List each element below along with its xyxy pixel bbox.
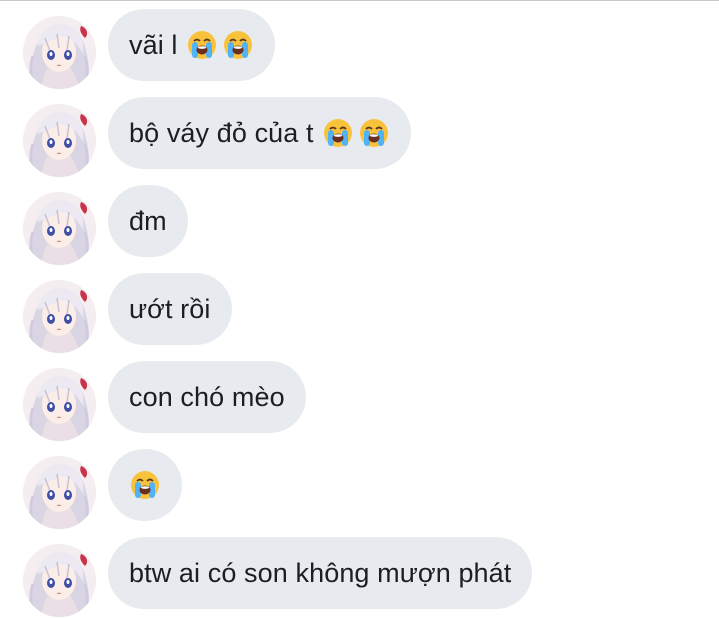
sender-avatar[interactable]: [23, 456, 96, 529]
message-bubble[interactable]: con chó mèo: [108, 361, 306, 433]
sender-avatar[interactable]: [23, 16, 96, 89]
anime-girl-avatar-icon: [23, 192, 96, 265]
message-row: con chó mèo: [0, 361, 719, 441]
message-row: btw ai có son không mượn phát: [0, 537, 719, 617]
loudly-crying-face-icon: [359, 119, 388, 147]
message-row: đm: [0, 185, 719, 265]
top-divider: [0, 0, 719, 1]
anime-girl-avatar-icon: [23, 280, 96, 353]
sender-avatar[interactable]: [23, 544, 96, 617]
sender-avatar[interactable]: [23, 104, 96, 177]
sender-avatar[interactable]: [23, 368, 96, 441]
message-row: ướt rồi: [0, 273, 719, 353]
message-bubble[interactable]: vãi l: [108, 9, 275, 81]
message-bubble[interactable]: đm: [108, 185, 188, 257]
message-row: vãi l: [0, 9, 719, 89]
message-text: đm: [129, 205, 167, 236]
anime-girl-avatar-icon: [23, 104, 96, 177]
message-row: bộ váy đỏ của t: [0, 97, 719, 177]
message-text: bộ váy đỏ của t: [129, 117, 314, 148]
loudly-crying-face-icon: [223, 31, 252, 59]
anime-girl-avatar-icon: [23, 16, 96, 89]
message-text: ướt rồi: [129, 293, 211, 324]
sender-avatar[interactable]: [23, 280, 96, 353]
anime-girl-avatar-icon: [23, 456, 96, 529]
loudly-crying-face-icon: [187, 31, 216, 59]
message-text: con chó mèo: [129, 381, 285, 412]
loudly-crying-face-icon: [131, 471, 159, 499]
anime-girl-avatar-icon: [23, 368, 96, 441]
message-row: [0, 449, 719, 529]
message-bubble[interactable]: ướt rồi: [108, 273, 232, 345]
message-text: btw ai có son không mượn phát: [129, 557, 512, 588]
sender-avatar[interactable]: [23, 192, 96, 265]
message-text: vãi l: [129, 29, 178, 60]
loudly-crying-face-icon: [323, 119, 352, 147]
message-bubble[interactable]: bộ váy đỏ của t: [108, 97, 411, 169]
message-bubble[interactable]: btw ai có son không mượn phát: [108, 537, 533, 609]
anime-girl-avatar-icon: [23, 544, 96, 617]
message-bubble[interactable]: [108, 449, 182, 521]
